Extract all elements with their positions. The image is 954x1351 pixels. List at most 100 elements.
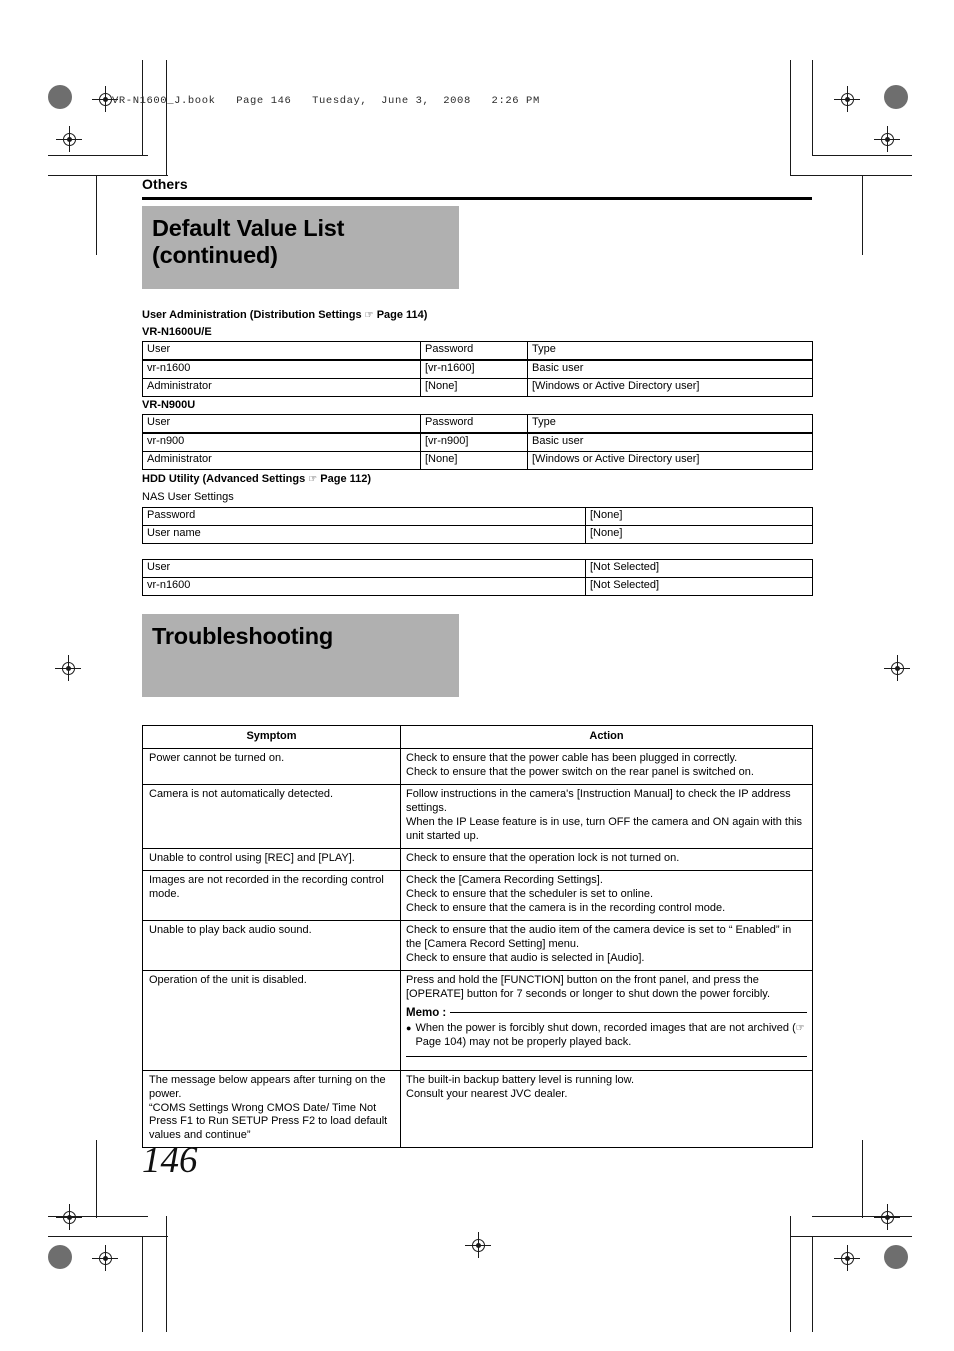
table-header-row: User Password Type bbox=[142, 341, 813, 361]
table-row: vr-n900 [vr-n900] Basic user bbox=[142, 432, 813, 452]
table-row: vr-n1600 [Not Selected] bbox=[142, 577, 813, 596]
hdd-utility-heading: HDD Utility (Advanced Settings ☞ Page 11… bbox=[142, 473, 372, 485]
action-line: Check to ensure that the power switch on… bbox=[406, 765, 754, 778]
symptom-line: Unable to control using [REC] and [PLAY]… bbox=[149, 851, 355, 864]
table-row: Administrator [None] [Windows or Active … bbox=[142, 451, 813, 470]
cell-action: Check to ensure that the audio item of t… bbox=[400, 919, 813, 971]
cell-type: [Windows or Active Directory user] bbox=[527, 451, 813, 470]
crop-line bbox=[812, 1236, 813, 1332]
nas-settings-table: Password [None] User name [None] bbox=[142, 507, 813, 544]
memo-label: Memo : bbox=[406, 1006, 447, 1019]
registration-mark bbox=[465, 1232, 491, 1258]
crop-line bbox=[812, 60, 813, 156]
section-title-banner: Default Value List (continued) bbox=[142, 206, 459, 289]
chapter-rule bbox=[142, 197, 812, 200]
registration-mark bbox=[874, 1204, 900, 1230]
column-header-type: Type bbox=[527, 414, 813, 434]
cell-value: [Not Selected] bbox=[585, 577, 813, 596]
hand-pointer-icon: ☞ bbox=[364, 310, 374, 321]
action-line: Check to ensure that the operation lock … bbox=[406, 851, 680, 864]
cell-symptom: Power cannot be turned on. bbox=[142, 747, 401, 785]
crop-line bbox=[790, 1236, 912, 1237]
cell-value: [None] bbox=[585, 507, 813, 526]
crop-line bbox=[862, 1140, 863, 1218]
color-registration-dot bbox=[884, 85, 908, 109]
color-registration-dot bbox=[48, 1245, 72, 1269]
registration-mark bbox=[55, 655, 81, 681]
table-row: Power cannot be turned on. Check to ensu… bbox=[142, 747, 813, 785]
cell-symptom: Camera is not automatically detected. bbox=[142, 783, 401, 849]
action-line: The built-in backup battery level is run… bbox=[406, 1073, 635, 1086]
table-row: Administrator [None] [Windows or Active … bbox=[142, 378, 813, 397]
table-row: Camera is not automatically detected. Fo… bbox=[142, 783, 813, 849]
symptom-line: Images are not recorded in the recording… bbox=[149, 873, 384, 900]
color-registration-dot bbox=[48, 85, 72, 109]
crop-line bbox=[142, 1236, 143, 1332]
crop-line bbox=[862, 175, 863, 255]
cell-password: [None] bbox=[420, 451, 528, 470]
hand-pointer-icon: ☞ bbox=[795, 1023, 805, 1035]
table-header-row: Symptom Action bbox=[142, 725, 813, 749]
column-header-password: Password bbox=[420, 341, 528, 361]
hand-pointer-icon: ☞ bbox=[308, 474, 318, 485]
cell-action: Check to ensure that the power cable has… bbox=[400, 747, 813, 785]
nas-user-table: User [Not Selected] vr-n1600 [Not Select… bbox=[142, 559, 813, 596]
symptom-line: Operation of the unit is disabled. bbox=[149, 973, 307, 986]
registration-mark bbox=[884, 655, 910, 681]
column-header-action: Action bbox=[400, 725, 813, 749]
troubleshooting-table: Symptom Action Power cannot be turned on… bbox=[142, 725, 813, 1149]
table-row: User [Not Selected] bbox=[142, 559, 813, 578]
user-table-n900: User Password Type vr-n900 [vr-n900] Bas… bbox=[142, 414, 813, 470]
crop-line bbox=[812, 155, 912, 156]
cell-label: User bbox=[142, 559, 586, 578]
cell-password: [vr-n1600] bbox=[420, 359, 528, 379]
cell-symptom: Images are not recorded in the recording… bbox=[142, 869, 401, 921]
table-row: Unable to play back audio sound. Check t… bbox=[142, 919, 813, 971]
symptom-line: Camera is not automatically detected. bbox=[149, 787, 334, 800]
cell-action: Follow instructions in the camera's [Ins… bbox=[400, 783, 813, 849]
table-row: The message below appears after turning … bbox=[142, 1069, 813, 1149]
cell-user: Administrator bbox=[142, 378, 421, 397]
action-line: Check to ensure that the audio item of t… bbox=[406, 923, 792, 950]
cell-password: [None] bbox=[420, 378, 528, 397]
cell-type: Basic user bbox=[527, 432, 813, 452]
cell-value: [None] bbox=[585, 525, 813, 544]
action-line: When the IP Lease feature is in use, tur… bbox=[406, 815, 802, 842]
model-label-n1600: VR-N1600U/E bbox=[142, 326, 212, 338]
table-row: Unable to control using [REC] and [PLAY]… bbox=[142, 847, 813, 871]
registration-mark bbox=[834, 1245, 860, 1271]
column-header-password: Password bbox=[420, 414, 528, 434]
crop-line bbox=[166, 1216, 167, 1332]
page-content: Others Default Value List (continued) Us… bbox=[142, 0, 813, 1149]
table-row: Operation of the unit is disabled. Press… bbox=[142, 969, 813, 1071]
cell-type: [Windows or Active Directory user] bbox=[527, 378, 813, 397]
action-line: Press and hold the [FUNCTION] button on … bbox=[406, 973, 770, 1000]
registration-mark bbox=[56, 1204, 82, 1230]
column-header-user: User bbox=[142, 341, 421, 361]
symptom-line: Unable to play back audio sound. bbox=[149, 923, 312, 936]
registration-mark bbox=[92, 1245, 118, 1271]
troubleshooting-title-banner: Troubleshooting bbox=[142, 614, 459, 697]
action-line: Check the [Camera Recording Settings]. bbox=[406, 873, 603, 886]
cell-label: User name bbox=[142, 525, 586, 544]
action-line: Check to ensure that audio is selected i… bbox=[406, 951, 645, 964]
troubleshooting-title: Troubleshooting bbox=[152, 623, 334, 649]
memo-text: When the power is forcibly shut down, re… bbox=[415, 1022, 805, 1049]
crop-line bbox=[790, 1216, 791, 1332]
printed-page: VR-N1600_J.book Page 146 Tuesday, June 3… bbox=[0, 0, 954, 1351]
cell-type: Basic user bbox=[527, 359, 813, 379]
model-label-n900: VR-N900U bbox=[142, 399, 196, 411]
chapter-label: Others bbox=[142, 176, 188, 192]
action-line: Check to ensure that the power cable has… bbox=[406, 751, 738, 764]
cell-value: [Not Selected] bbox=[585, 559, 813, 578]
cell-action: Check the [Camera Recording Settings]. C… bbox=[400, 869, 813, 921]
cell-user: Administrator bbox=[142, 451, 421, 470]
registration-mark bbox=[834, 86, 860, 112]
table-header-row: User Password Type bbox=[142, 414, 813, 434]
column-header-user: User bbox=[142, 414, 421, 434]
table-row: User name [None] bbox=[142, 525, 813, 544]
cell-action: The built-in backup battery level is run… bbox=[400, 1069, 813, 1149]
cell-user: vr-n900 bbox=[142, 432, 421, 452]
cell-password: [vr-n900] bbox=[420, 432, 528, 452]
cell-action: Press and hold the [FUNCTION] button on … bbox=[400, 969, 813, 1071]
